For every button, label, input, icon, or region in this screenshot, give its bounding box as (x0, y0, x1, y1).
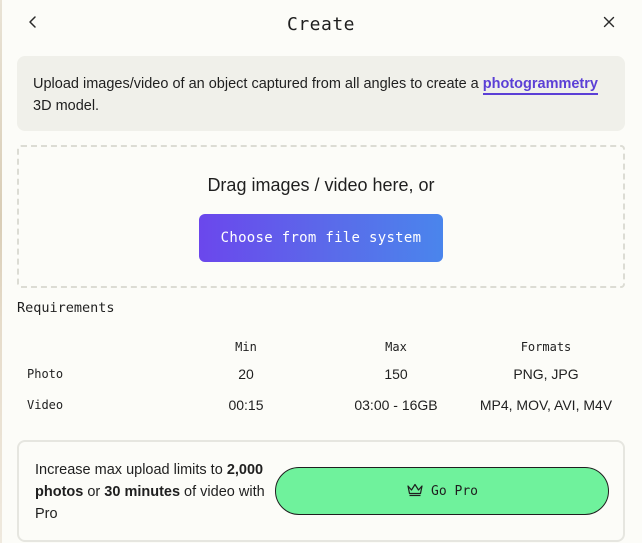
photo-min: 20 (238, 365, 254, 382)
column-header-formats: Formats (520, 340, 572, 354)
pro-upsell-text: Increase max upload limits to 2,000 phot… (35, 459, 265, 525)
table-row: Photo 20 150 PNG, JPG (17, 358, 625, 389)
requirements-heading: Requirements (17, 300, 115, 316)
create-dialog: Create Upload images/video of an object … (0, 0, 642, 543)
dialog-header: Create (0, 0, 642, 50)
dropzone-prompt: Drag images / video here, or (207, 175, 435, 195)
pro-minutes-limit: 30 minutes (104, 484, 181, 500)
row-label-photo: Photo (27, 366, 64, 381)
video-formats: MP4, MOV, AVI, M4V (479, 396, 613, 413)
column-header-max: Max (385, 340, 407, 354)
photogrammetry-link[interactable]: photogrammetry (482, 76, 598, 95)
close-icon (602, 15, 616, 34)
choose-file-button[interactable]: Choose from file system (199, 214, 443, 262)
pro-text-1: Increase max upload limits to (35, 462, 227, 478)
photo-formats: PNG, JPG (513, 365, 579, 382)
dialog-title: Create (286, 14, 356, 35)
go-pro-button[interactable]: Go Pro (275, 467, 609, 515)
file-dropzone[interactable]: Drag images / video here, or Choose from… (17, 145, 625, 288)
pro-text-2: or (83, 484, 105, 500)
requirements-table: Min Max Formats Photo 20 150 PNG, JPG Vi… (17, 336, 625, 420)
info-text-after: 3D model. (33, 98, 100, 114)
column-header-min: Min (235, 340, 257, 354)
info-box: Upload images/video of an object capture… (17, 56, 625, 131)
video-min: 00:15 (228, 396, 264, 413)
pro-upsell-box: Increase max upload limits to 2,000 phot… (17, 440, 625, 542)
row-label-video: Video (27, 397, 64, 412)
close-button[interactable] (597, 12, 621, 36)
crown-icon (406, 482, 424, 501)
video-max: 03:00 - 16GB (354, 396, 438, 413)
photo-max: 150 (384, 365, 408, 382)
table-row: Video 00:15 03:00 - 16GB MP4, MOV, AVI, … (17, 389, 625, 420)
info-text-before: Upload images/video of an object capture… (33, 76, 483, 92)
go-pro-label: Go Pro (431, 483, 478, 499)
window-edge (0, 0, 2, 543)
table-header-row: Min Max Formats (17, 336, 625, 358)
column-header-label (17, 336, 167, 358)
